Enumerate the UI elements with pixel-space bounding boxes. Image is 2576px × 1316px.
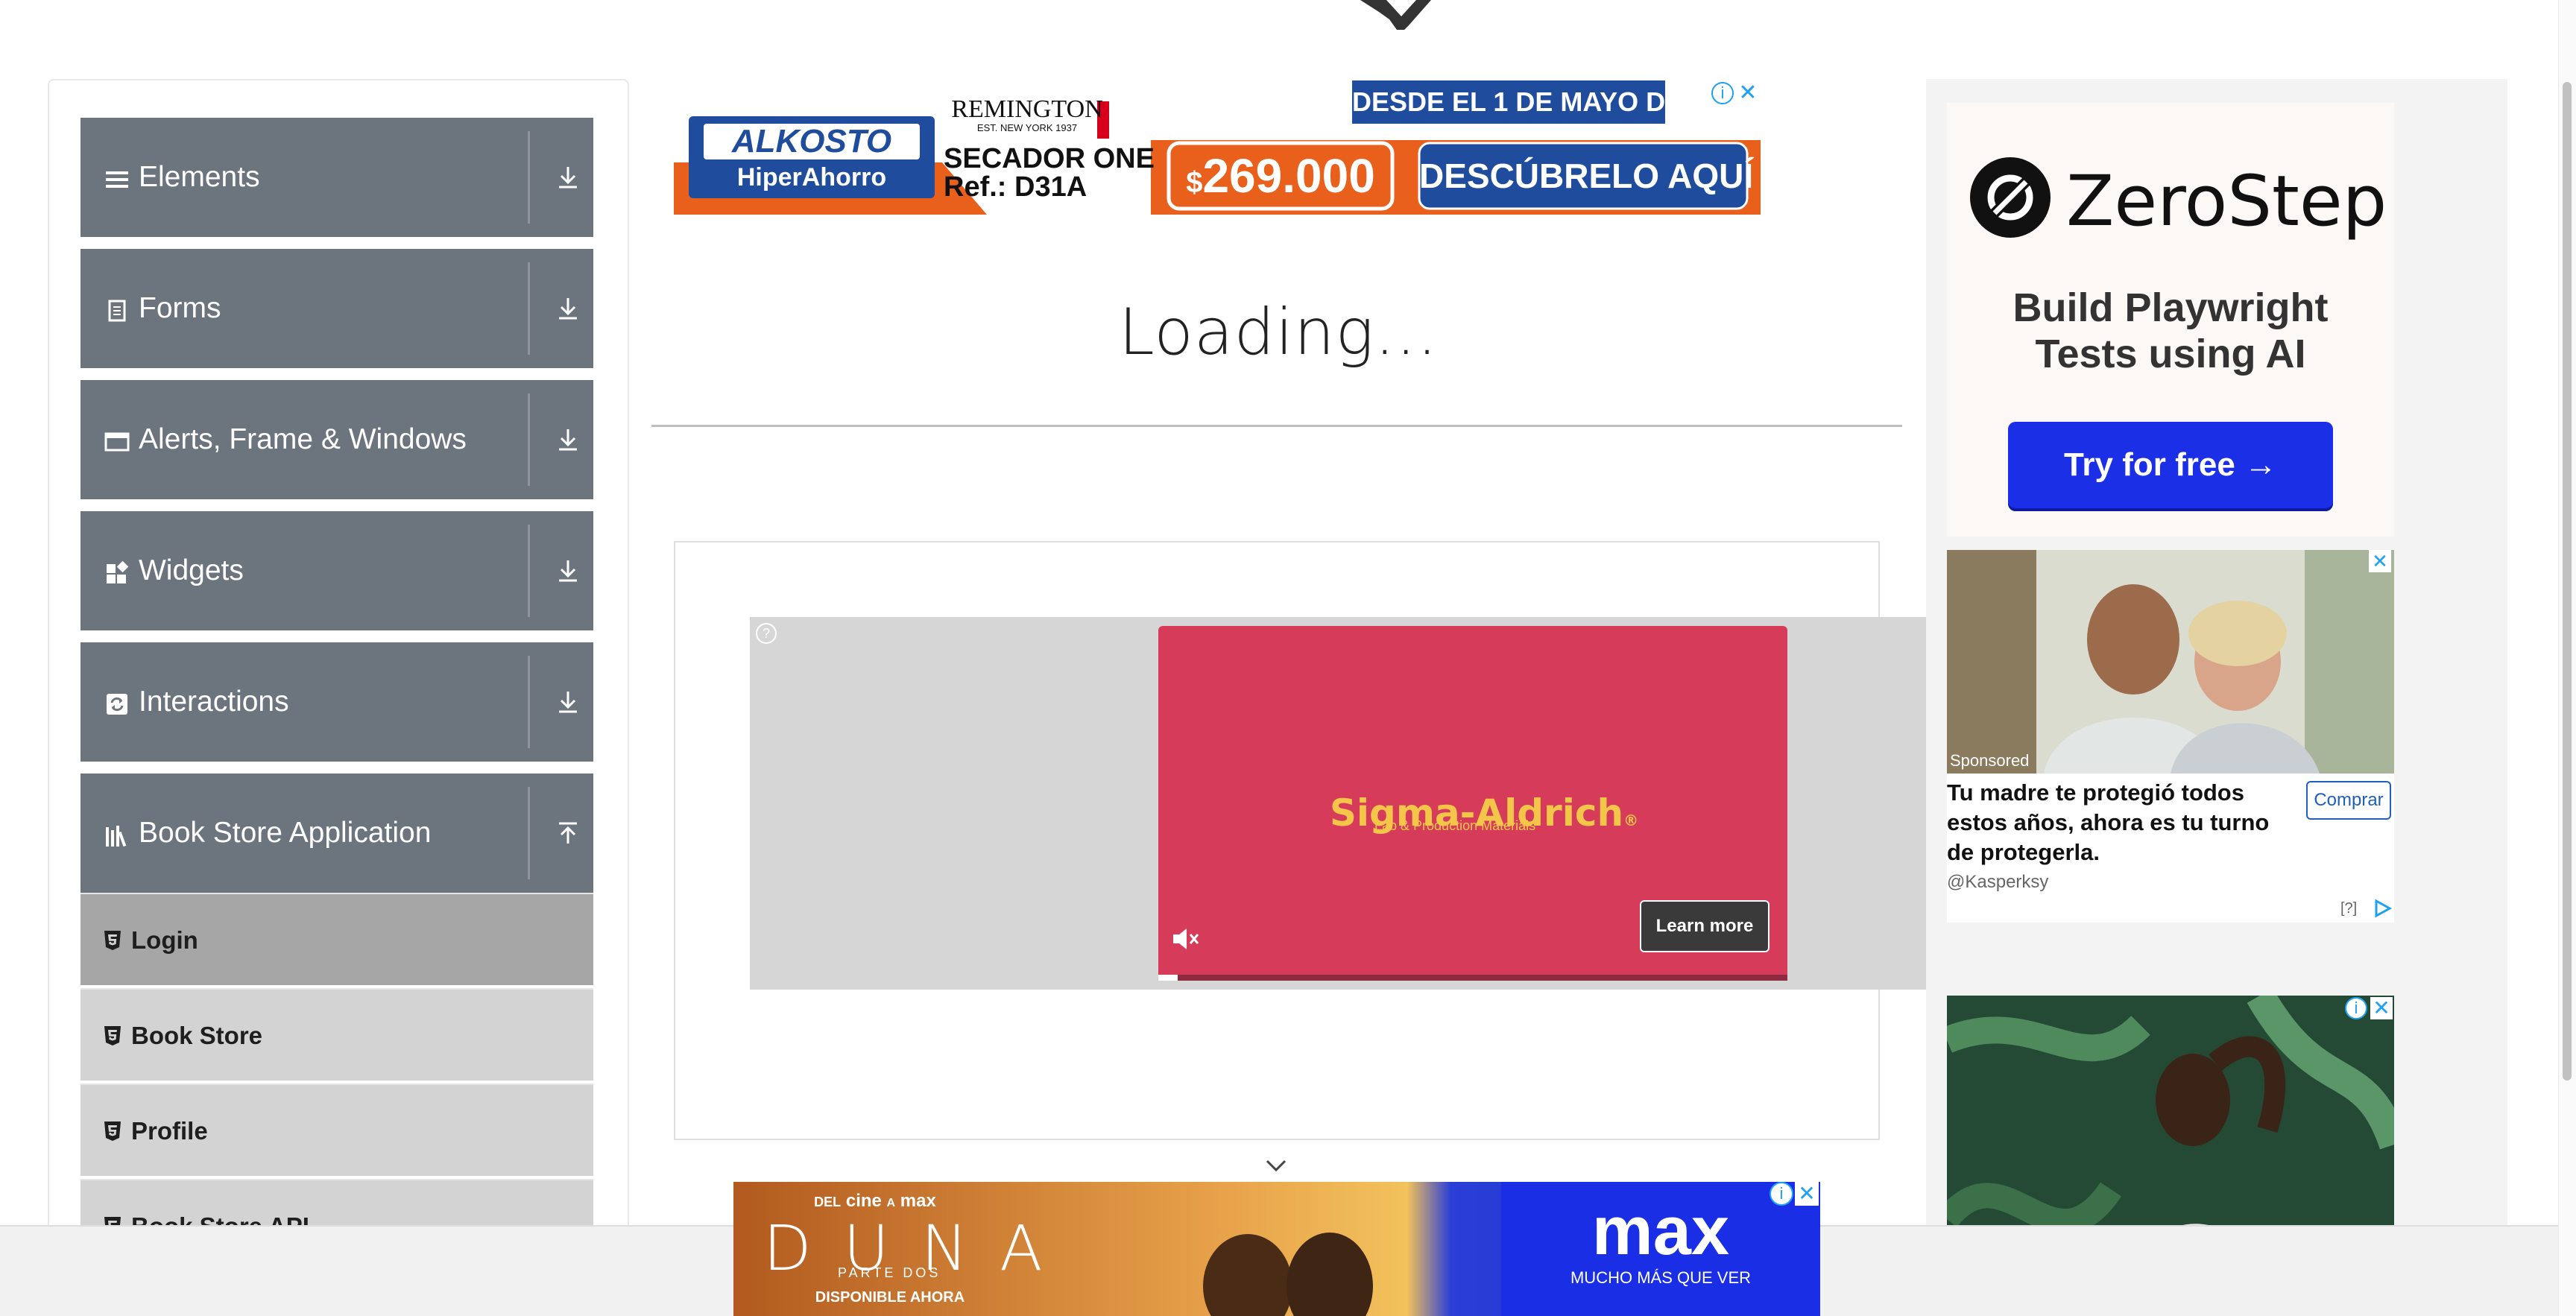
video-progress-bar[interactable]: [1158, 975, 1787, 981]
ad-brand-sub: HiperAhorro: [736, 163, 887, 192]
html5-icon: [104, 931, 121, 950]
sidebar-item-label: Book Store: [131, 1022, 263, 1049]
sidebar-group-label: Forms: [139, 292, 221, 324]
sidebar-group-book-store[interactable]: Book Store Application: [80, 774, 593, 893]
html5-icon: [104, 1026, 121, 1045]
divider: [528, 393, 530, 486]
help-icon[interactable]: ?: [756, 623, 777, 644]
download-icon[interactable]: [552, 161, 584, 194]
sidebar-item-login[interactable]: Login: [80, 893, 593, 985]
ad-price: $269.000: [1186, 149, 1375, 203]
zerostep-headline-2: Tests using AI: [2035, 332, 2306, 376]
widgets-icon: [104, 560, 130, 586]
bottom-ad-top-text: DEL cine A max: [814, 1191, 936, 1211]
ad-close-icon[interactable]: ✕: [1737, 82, 1759, 104]
interactions-icon: [104, 692, 130, 717]
divider: [528, 656, 530, 748]
sidebar-item-profile[interactable]: Profile: [80, 1084, 593, 1176]
adchoices-icon[interactable]: [2373, 899, 2393, 918]
sidebar-group-elements[interactable]: Elements: [80, 118, 593, 237]
bottom-ad-tagline: MUCHO MÁS QUE VER: [1570, 1268, 1752, 1287]
ad-info-icon[interactable]: i: [1770, 1182, 1793, 1206]
sidebar-group-forms[interactable]: Forms: [80, 249, 593, 368]
zerostep-logo-icon: [1970, 157, 2051, 238]
ad-zerostep[interactable]: ZeroStep Build Playwright Tests using AI…: [1947, 103, 2394, 537]
ad-kaspersky[interactable]: Sponsored ✕ Tu madre te protegió todos e…: [1947, 550, 2394, 923]
advertiser-name: @Kasperksy: [1947, 872, 2049, 892]
chevron-down-icon[interactable]: [1263, 1157, 1289, 1174]
video-tagline: Lab & Production Materials: [1374, 818, 1536, 833]
ad-banner-bottom[interactable]: DEL cine A max D U N A PARTE DOS DISPONI…: [733, 1182, 1820, 1316]
sidebar-group-label: Alerts, Frame & Windows: [139, 423, 467, 455]
video-player[interactable]: Sigma-Aldrich® Lab & Production Material…: [1158, 626, 1787, 981]
sidebar-group-widgets[interactable]: Widgets: [80, 511, 593, 630]
learn-more-button[interactable]: Learn more: [1640, 900, 1770, 952]
page: Elements Forms Alerts, Frame & Windows W…: [0, 0, 2576, 1316]
ad-photo: [1947, 550, 2394, 774]
ad-brand-2: REMINGTON: [951, 95, 1103, 123]
divider: [528, 525, 530, 617]
hamburger-icon: [104, 167, 130, 192]
ad-info-icon[interactable]: i: [2345, 997, 2367, 1019]
bottom-ad-subtitle: PARTE DOS: [838, 1265, 941, 1280]
divider: [528, 262, 530, 355]
bottom-ad-availability: DISPONIBLE AHORA: [815, 1289, 965, 1306]
zerostep-headline-1: Build Playwright: [2012, 285, 2329, 330]
sidebar-group-alerts[interactable]: Alerts, Frame & Windows: [80, 380, 593, 499]
try-free-button[interactable]: Try for free →: [2008, 422, 2333, 508]
ad-brand-2-sub: EST. NEW YORK 1937: [976, 122, 1078, 133]
zerostep-brand: ZeroStep: [2066, 161, 2387, 242]
sidebar-group-label: Book Store Application: [139, 817, 432, 849]
ad-info-icon[interactable]: i: [1711, 82, 1734, 104]
ad-date: DESDE EL 1 DE MAYO DE 2024: [1352, 86, 1751, 117]
download-icon[interactable]: [552, 554, 584, 587]
sidebar-item-book-store[interactable]: Book Store: [80, 988, 593, 1081]
divider: [651, 425, 1902, 427]
ad-close-icon[interactable]: ✕: [2370, 997, 2393, 1019]
buy-button[interactable]: Comprar: [2306, 781, 2391, 820]
loading-text: Loading...: [1118, 295, 1439, 370]
sponsored-label: Sponsored: [1950, 751, 2030, 770]
video-progress-fill: [1158, 975, 1178, 981]
mute-icon[interactable]: [1167, 921, 1203, 957]
ad-close-icon[interactable]: ✕: [2369, 550, 2391, 572]
ad-text: Tu madre te protegió todos estos años, a…: [1947, 779, 2270, 865]
sidebar-group-label: Elements: [139, 161, 260, 193]
max-logo: max: [1591, 1193, 1730, 1269]
sidebar-group-label: Widgets: [139, 554, 244, 586]
divider: [528, 787, 530, 879]
books-icon: [104, 823, 130, 848]
divider: [528, 131, 530, 224]
ad-banner-top[interactable]: ALKOSTO HiperAhorro REMINGTON EST. NEW Y…: [674, 80, 1761, 215]
tools-icon: [1360, 0, 1431, 30]
upload-icon[interactable]: [552, 817, 584, 850]
ad-product: SECADOR ONE: [944, 143, 1155, 174]
download-icon[interactable]: [552, 686, 584, 718]
document-icon: [104, 298, 130, 323]
window-icon: [104, 429, 130, 455]
download-icon[interactable]: [552, 423, 584, 456]
sidebar-item-label: Profile: [131, 1117, 208, 1145]
sidebar-item-label: Login: [131, 926, 198, 954]
ad-help-link[interactable]: [?]: [2340, 900, 2357, 917]
ad-cta: DESCÚBRELO AQUÍ: [1419, 156, 1754, 195]
sidebar-group-interactions[interactable]: Interactions: [80, 642, 593, 762]
sidebar-group-label: Interactions: [139, 686, 289, 718]
ad-brand: ALKOSTO: [731, 123, 892, 159]
ad-close-icon[interactable]: ✕: [1795, 1182, 1819, 1206]
ad-ref: Ref.: D31A: [944, 171, 1087, 203]
html5-icon: [104, 1122, 121, 1141]
scrollbar-thumb[interactable]: [2563, 82, 2572, 1081]
download-icon[interactable]: [552, 292, 584, 325]
